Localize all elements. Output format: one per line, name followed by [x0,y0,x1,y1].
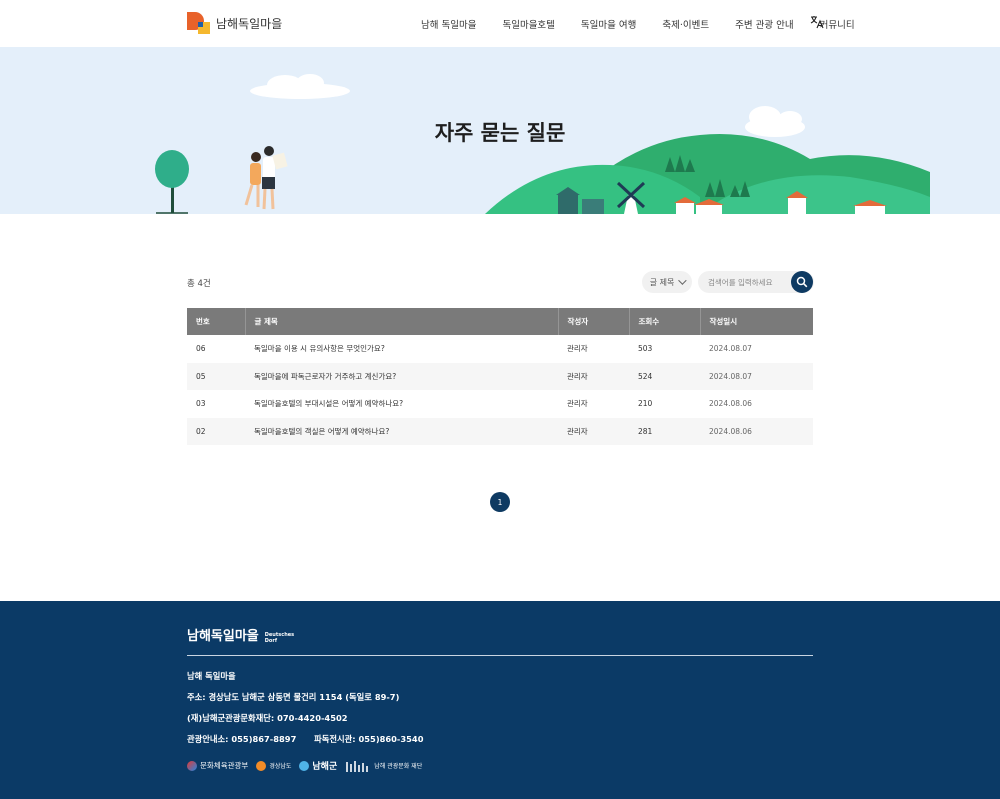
partner-namhae-county-label: 남해군 [312,762,338,772]
nav-item-travel[interactable]: 독일마을 여행 [581,17,636,31]
hero-banner: 자주 묻는 질문 [0,47,1000,214]
column-header-date: 작성일시 [700,308,813,335]
footer-logo-text: 남해독일마을 [187,629,259,644]
row-date: 2024.08.07 [700,362,813,390]
partner-mcst-label: 문화체육관광부 [200,761,249,770]
row-number: 05 [187,362,245,390]
row-title-link[interactable]: 독일마을호텔의 객실은 어떻게 예약하나요? [245,417,558,445]
table-row[interactable]: 02 독일마을호텔의 객실은 어떻게 예약하나요? 관리자 281 2024.0… [187,417,813,445]
logo-text: 남해독일마을 [216,16,283,31]
row-date: 2024.08.06 [709,399,752,409]
footer-tour-info-phone: 관광안내소: 055)867-8897 [187,734,297,744]
chevron-down-icon [678,276,687,285]
table-row[interactable]: 05 독일마을에 파독근로자가 거주하고 계신가요? 관리자 524 2024.… [187,362,813,390]
footer-contacts: 관광안내소: 055)867-8897 파독전시관: 055)860-3540 [187,733,423,745]
footer-logo-sub-2: Dorf [264,638,277,644]
translate-icon[interactable] [810,15,824,29]
row-number: 02 [187,417,245,445]
partner-gyeongnam-label: 경상남도 [269,763,292,770]
partner-logos: 문화체육관광부 경상남도 남해군 남해 관광문화 재단 [187,759,430,772]
nav-item-festival[interactable]: 축제·이벤트 [662,17,709,31]
row-number: 06 [196,344,206,354]
pagination-page-1[interactable]: 1 [490,492,510,512]
search-button[interactable] [791,271,813,293]
partner-foundation-label: 남해 관광문화 재단 [374,763,423,770]
search-input[interactable] [708,274,788,290]
column-header-views: 조회수 [629,308,701,335]
row-title-link[interactable]: 독일마을 이용 시 유의사항은 무엇인가요? [245,335,558,363]
footer-address: 주소: 경상남도 남해군 삼동면 물건리 1154 (독일로 89-7) [187,692,400,702]
site-logo[interactable]: 남해독일마을 [186,10,282,36]
footer-exhibit-phone: 파독전시관: 055)860-3540 [314,734,424,744]
logo-mark-icon [187,12,210,34]
column-header-author: 작성자 [558,308,630,335]
row-author: 관리자 [558,362,629,390]
column-header-title: 글 제목 [245,308,559,335]
footer-org-name: 남해 독일마을 [187,671,236,681]
footer-logo-subtext: Deutsches Dorf [265,632,294,644]
row-views: 210 [638,399,653,409]
footer-foundation-phone: (재)남해군관광문화재단: 070-4420-4502 [187,713,348,723]
nav-item-community[interactable]: 커뮤니티 [820,17,855,31]
row-title-link[interactable]: 독일마을에 파독근로자가 거주하고 계신가요? [245,362,558,390]
partner-namhae-county[interactable]: 남해군 [299,759,337,772]
partner-mcst[interactable]: 문화체육관광부 [187,760,248,771]
row-views: 524 [629,362,700,390]
foundation-logo-icon [346,760,369,772]
row-date: 2024.08.07 [709,344,752,354]
row-author: 관리자 [567,344,588,354]
nav-item-hotel[interactable]: 독일마을호텔 [502,17,554,31]
namhae-county-logo-icon [299,760,310,771]
row-title-link[interactable]: 독일마을호텔의 부대시설은 어떻게 예약하나요? [245,390,558,418]
total-count: 총 4건 [187,279,211,289]
search-icon [796,276,808,288]
site-header: 남해독일마을 남해 독일마을 독일마을호텔 독일마을 여행 축제·이벤트 주변 … [0,0,1000,47]
nav-item-namhae-german-village[interactable]: 남해 독일마을 [421,17,476,31]
page-title: 자주 묻는 질문 [434,121,566,145]
partner-gyeongnam[interactable]: 경상남도 [256,760,292,771]
row-date: 2024.08.06 [700,417,813,445]
gyeongnam-logo-icon [256,760,267,771]
site-footer: 남해독일마을 Deutsches Dorf 남해 독일마을 주소: 경상남도 남… [0,601,1000,799]
footer-logo: 남해독일마을 Deutsches Dorf [187,625,294,644]
partner-foundation[interactable]: 남해 관광문화 재단 [345,760,422,772]
search-filter-label: 글 제목 [649,277,675,287]
row-author: 관리자 [567,399,588,409]
table-row[interactable]: 06 독일마을 이용 시 유의사항은 무엇인가요? 관리자 503 2024.0… [187,335,813,363]
footer-divider [187,655,813,656]
column-header-number: 번호 [187,308,246,335]
nav-item-nearby-tourism[interactable]: 주변 관광 안내 [735,17,793,31]
faq-table: 번호 글 제목 작성자 조회수 작성일시 06 독일마을 이용 시 유의사항은 … [187,308,813,445]
row-number: 03 [196,399,206,409]
table-header-row: 번호 글 제목 작성자 조회수 작성일시 [187,308,813,335]
mcst-logo-icon [187,760,197,771]
row-views: 503 [638,344,653,354]
search-filter-select[interactable]: 글 제목 [642,271,692,293]
row-author: 관리자 [558,417,629,445]
table-row[interactable]: 03 독일마을호텔의 부대시설은 어떻게 예약하나요? 관리자 210 2024… [187,390,813,418]
row-views: 281 [629,417,700,445]
